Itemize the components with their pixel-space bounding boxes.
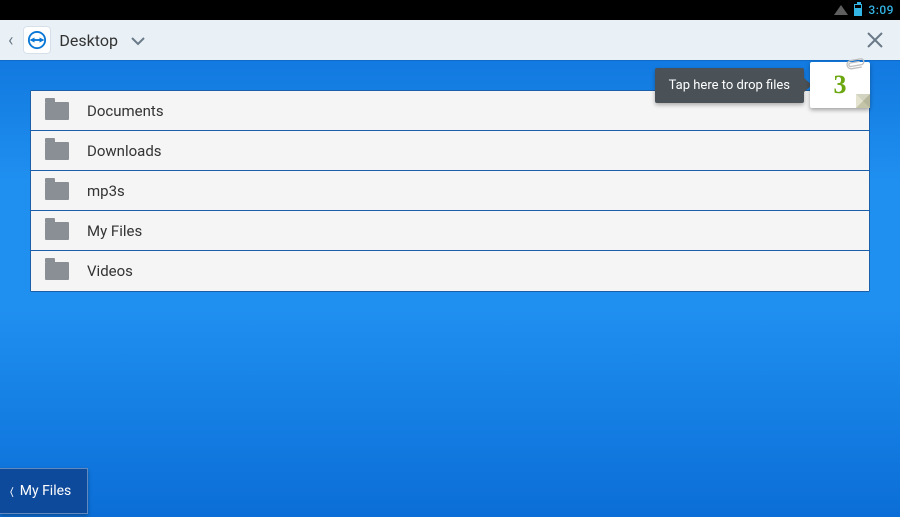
list-item[interactable]: My Files — [31, 211, 869, 251]
back-icon[interactable]: ‹ — [6, 30, 15, 51]
file-name: My Files — [87, 222, 142, 240]
folder-icon — [45, 222, 69, 240]
folder-icon — [45, 102, 69, 120]
list-item[interactable]: Videos — [31, 251, 869, 291]
android-status-bar: 3:09 — [0, 0, 900, 20]
location-title: Desktop — [59, 31, 118, 50]
folder-icon — [45, 262, 69, 280]
list-item[interactable]: mp3s — [31, 171, 869, 211]
folder-icon — [45, 182, 69, 200]
teamviewer-app-icon[interactable] — [23, 26, 51, 54]
file-name: Documents — [87, 102, 164, 120]
app-header: ‹ Desktop — [0, 20, 900, 60]
list-item[interactable]: Downloads — [31, 131, 869, 171]
my-files-label: My Files — [20, 483, 72, 499]
close-icon[interactable] — [860, 25, 890, 55]
file-list: Documents Downloads mp3s My Files Videos — [30, 90, 870, 292]
chevron-left-icon: ‹ — [10, 478, 15, 504]
file-name: Downloads — [87, 142, 162, 160]
drop-badge[interactable]: 3 — [810, 62, 870, 108]
drop-badge-count: 3 — [834, 70, 847, 100]
drop-tooltip: Tap here to drop files — [655, 68, 804, 103]
file-name: mp3s — [87, 182, 125, 200]
folder-icon — [45, 142, 69, 160]
wifi-icon — [834, 5, 848, 15]
file-name: Videos — [87, 262, 133, 280]
my-files-button[interactable]: ‹ My Files — [0, 468, 88, 514]
battery-icon — [854, 4, 862, 16]
file-browser: Documents Downloads mp3s My Files Videos — [0, 60, 900, 517]
status-clock: 3:09 — [868, 3, 894, 17]
location-dropdown[interactable] — [130, 31, 146, 50]
drop-files-area[interactable]: Tap here to drop files 3 — [655, 62, 870, 108]
drop-tooltip-text: Tap here to drop files — [669, 78, 790, 93]
